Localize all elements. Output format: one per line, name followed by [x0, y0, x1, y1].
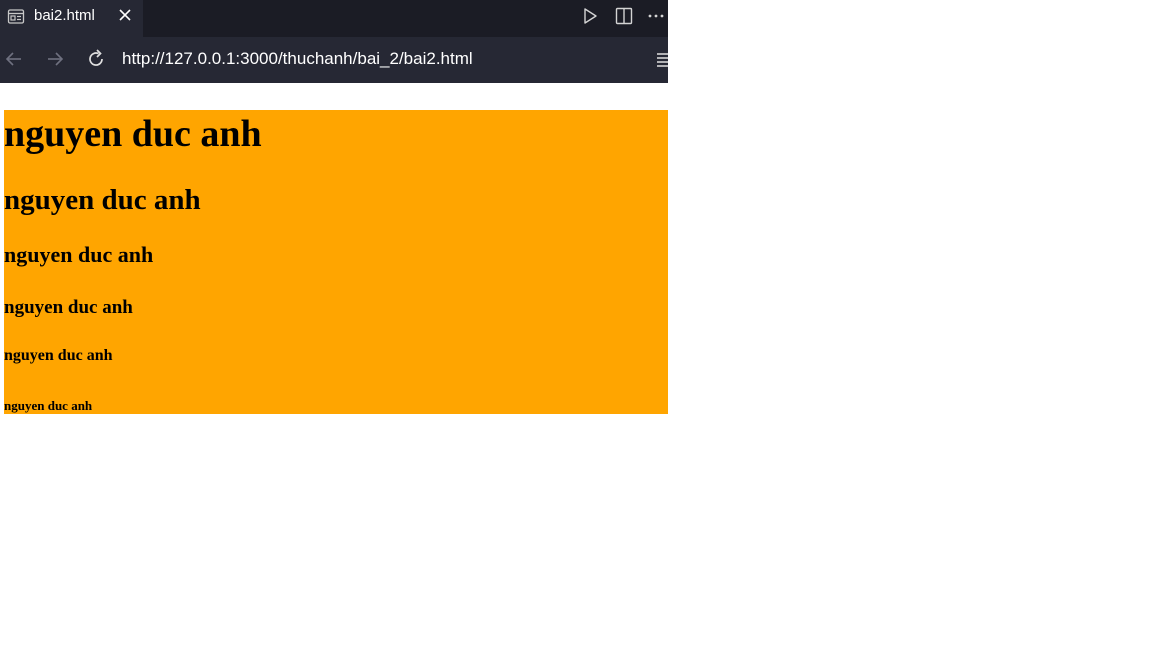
- reload-icon[interactable]: [85, 48, 107, 70]
- page-viewport: nguyen duc anh nguyen duc anh nguyen duc…: [0, 83, 668, 648]
- more-icon[interactable]: [646, 6, 666, 26]
- preview-icon: [7, 8, 25, 25]
- forward-arrow-icon[interactable]: [44, 48, 66, 70]
- heading-3: nguyen duc anh: [4, 242, 154, 267]
- heading-1: nguyen duc anh: [4, 113, 262, 155]
- back-arrow-icon[interactable]: [3, 48, 25, 70]
- close-icon[interactable]: [116, 6, 134, 24]
- tab-bai2[interactable]: bai2.html: [0, 0, 143, 37]
- navigation-bar: http://127.0.0.1:3000/thuchanh/bai_2/bai…: [0, 37, 668, 83]
- url-field[interactable]: http://127.0.0.1:3000/thuchanh/bai_2/bai…: [122, 49, 473, 69]
- split-editor-icon[interactable]: [614, 6, 634, 26]
- heading-6: nguyen duc anh: [4, 398, 93, 413]
- tab-bar: bai2.html: [0, 0, 668, 37]
- orange-content-block: nguyen duc anh nguyen duc anh nguyen duc…: [4, 110, 668, 414]
- heading-4: nguyen duc anh: [4, 297, 133, 318]
- browser-preview-window: bai2.html http://127.0.0.1:3000/thuchanh…: [0, 0, 668, 648]
- heading-2: nguyen duc anh: [4, 184, 201, 216]
- heading-5: nguyen duc anh: [4, 347, 113, 364]
- play-icon[interactable]: [580, 6, 600, 26]
- menu-icon[interactable]: [655, 51, 668, 67]
- tab-title: bai2.html: [34, 7, 95, 24]
